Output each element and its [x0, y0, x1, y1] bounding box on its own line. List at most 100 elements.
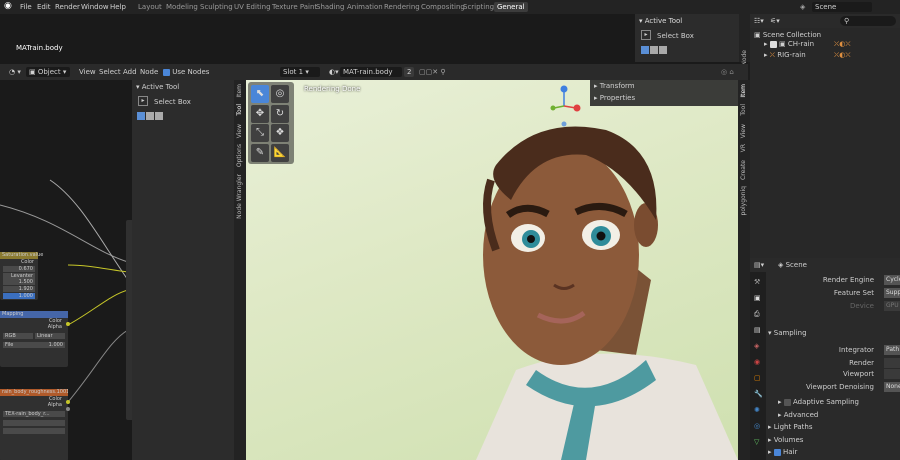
scene-collection-row[interactable]: ▣ Scene Collection	[754, 31, 821, 39]
output-tab-icon[interactable]: ⎙	[754, 310, 760, 319]
denoising-dropdown[interactable]: None	[884, 382, 900, 392]
node-field[interactable]	[3, 428, 65, 434]
physics-tab-icon[interactable]: ◎	[754, 422, 760, 430]
menu-help[interactable]: Help	[110, 3, 126, 11]
tab-options[interactable]: Options	[236, 144, 243, 167]
exclude-checkbox[interactable]	[769, 40, 777, 48]
tab-node-wrangler[interactable]: Node Wrangler	[236, 174, 243, 219]
node-canvas[interactable]: Saturation.value Color 0.670 Levanter 1.…	[0, 80, 132, 460]
tab-create[interactable]: Create	[740, 160, 747, 180]
view-layer-tab-icon[interactable]: ▤	[754, 326, 761, 334]
light-paths-panel[interactable]: ▸ Light Paths	[768, 423, 812, 431]
outliner-item-ch-rain[interactable]: ▸ ▣ CH-rain	[764, 40, 814, 48]
search-icon[interactable]: ⚲	[840, 16, 896, 26]
scale-tool-icon[interactable]: ⤡	[251, 124, 269, 142]
tab-tool[interactable]: Tool	[236, 104, 243, 116]
hair-panel[interactable]: ▸ Hair	[768, 448, 797, 456]
render-samples-field[interactable]	[884, 358, 900, 368]
select-tool-icon[interactable]: ⬉	[251, 85, 269, 103]
menu-window[interactable]: Window	[81, 3, 109, 11]
editor-type-icon[interactable]: ◔ ▾	[6, 67, 24, 77]
mode-extend-icon[interactable]	[146, 112, 154, 120]
render-engine-dropdown[interactable]: Cycles	[884, 275, 900, 285]
integrator-dropdown[interactable]: Path	[884, 345, 900, 355]
object-tab-icon[interactable]: ▢	[754, 374, 761, 382]
object-mode-dropdown[interactable]: ▣ Object ▾	[26, 67, 70, 77]
socket[interactable]	[66, 400, 70, 404]
tab-polygoniq[interactable]: polygoniq	[740, 186, 747, 215]
viewport-samples-field[interactable]	[884, 369, 900, 379]
adaptive-sampling-panel[interactable]: ▸ Adaptive Sampling	[778, 398, 859, 406]
mode-subtract-icon[interactable]	[659, 46, 667, 54]
mode-new-icon[interactable]	[641, 46, 649, 54]
tab-texture-paint[interactable]: Texture Paint	[272, 3, 317, 11]
mode-extend-icon[interactable]	[650, 46, 658, 54]
tab-scripting[interactable]: Scripting	[463, 3, 494, 11]
mode-new-icon[interactable]	[137, 112, 145, 120]
feature-set-dropdown[interactable]: Supported	[884, 288, 900, 298]
filter-icon[interactable]: ⚟▾	[770, 17, 780, 25]
advanced-panel[interactable]: ▸ Advanced	[778, 411, 818, 419]
mapping-node[interactable]: Mapping Color Alpha RGB Linear File 1.000	[0, 311, 68, 367]
move-tool-icon[interactable]: ✥	[251, 105, 269, 123]
menu-render[interactable]: Render	[55, 3, 80, 11]
use-nodes-toggle[interactable]: Use Nodes	[160, 67, 212, 77]
tab-sculpting[interactable]: Sculpting	[200, 3, 233, 11]
cursor-tool-icon[interactable]: ◎	[271, 85, 289, 103]
tab-tool[interactable]: Tool	[740, 104, 747, 116]
node-field-value[interactable]: 1.000	[49, 342, 63, 348]
menu-file[interactable]: File	[20, 3, 32, 11]
node-field[interactable]: 1.000	[3, 293, 35, 299]
material-users-count[interactable]: 2	[404, 67, 415, 77]
select-box-icon[interactable]: ▸	[641, 30, 651, 40]
node-field[interactable]: 1.920	[3, 286, 35, 292]
snap-icons[interactable]: ◎ ⌂	[718, 67, 737, 77]
tab-compositing[interactable]: Compositing	[421, 3, 465, 11]
modifier-tab-icon[interactable]: 🔧	[754, 390, 763, 398]
tool-tab-icon[interactable]: ⚒	[754, 278, 760, 286]
saturation-value-node[interactable]: Saturation.value Color 0.670 Levanter 1.…	[0, 252, 43, 300]
node-field[interactable]: Levanter 1.500	[3, 273, 35, 285]
tab-layout[interactable]: Layout	[138, 3, 162, 11]
tab-animation[interactable]: Animation	[347, 3, 383, 11]
rotate-tool-icon[interactable]: ↻	[271, 105, 289, 123]
use-nodes-checkbox[interactable]	[163, 68, 170, 76]
scene-selector[interactable]: Scene	[812, 2, 872, 12]
slot-dropdown[interactable]: Slot 1 ▾	[280, 67, 320, 77]
render-viewport[interactable]: Rendering Done ⬉ ◎ ✥ ↻ ⤡ ❖ ✎ 📐 ⚲ ✋ ◉ ▦	[246, 80, 738, 460]
tab-view[interactable]: View	[236, 124, 243, 138]
material-name-field[interactable]: MAT-rain.body	[340, 67, 402, 77]
tab-item[interactable]: Item	[236, 84, 243, 98]
tab-modeling[interactable]: Modeling	[166, 3, 198, 11]
transform-tool-icon[interactable]: ❖	[271, 124, 289, 142]
device-dropdown[interactable]: GPU	[884, 301, 900, 311]
data-tab-icon[interactable]: ▽	[754, 438, 759, 446]
tab-vr[interactable]: VR	[740, 144, 747, 152]
tab-view[interactable]: View	[740, 124, 747, 138]
menu-edit[interactable]: Edit	[37, 3, 51, 11]
properties-editor-icon[interactable]: ▤▾	[754, 261, 764, 269]
socket[interactable]	[66, 407, 70, 411]
tab-item[interactable]: Item	[740, 84, 747, 98]
node-field[interactable]: 0.670	[3, 266, 35, 272]
tab-uv-editing[interactable]: UV Editing	[234, 3, 271, 11]
blender-logo-icon[interactable]: ◉	[4, 1, 12, 11]
select-box-icon[interactable]: ▸	[138, 96, 148, 106]
render-tab-icon[interactable]: ▣	[754, 294, 761, 302]
node-field[interactable]	[3, 420, 65, 426]
material-actions-icons[interactable]: ▢▢✕ ⚲	[416, 67, 448, 77]
annotate-tool-icon[interactable]: ✎	[251, 144, 269, 162]
menu-node[interactable]: Node	[137, 67, 161, 77]
outliner-editor-icon[interactable]: ☷▾	[754, 17, 764, 25]
particles-tab-icon[interactable]: ✺	[754, 406, 760, 414]
rgb-dropdown[interactable]: RGB	[3, 333, 33, 339]
linear-dropdown[interactable]: Linear	[35, 333, 65, 339]
volumes-panel[interactable]: ▸ Volumes	[768, 436, 803, 444]
hair-checkbox[interactable]	[773, 448, 781, 456]
tab-rendering[interactable]: Rendering	[384, 3, 420, 11]
world-tab-icon[interactable]: ◉	[754, 358, 760, 366]
socket[interactable]	[66, 322, 70, 326]
scene-tab-icon[interactable]: ◈	[754, 342, 759, 350]
transform-panel-header[interactable]: ▸ Transform	[594, 82, 635, 90]
sampling-panel-header[interactable]: ▾ Sampling	[768, 329, 807, 337]
